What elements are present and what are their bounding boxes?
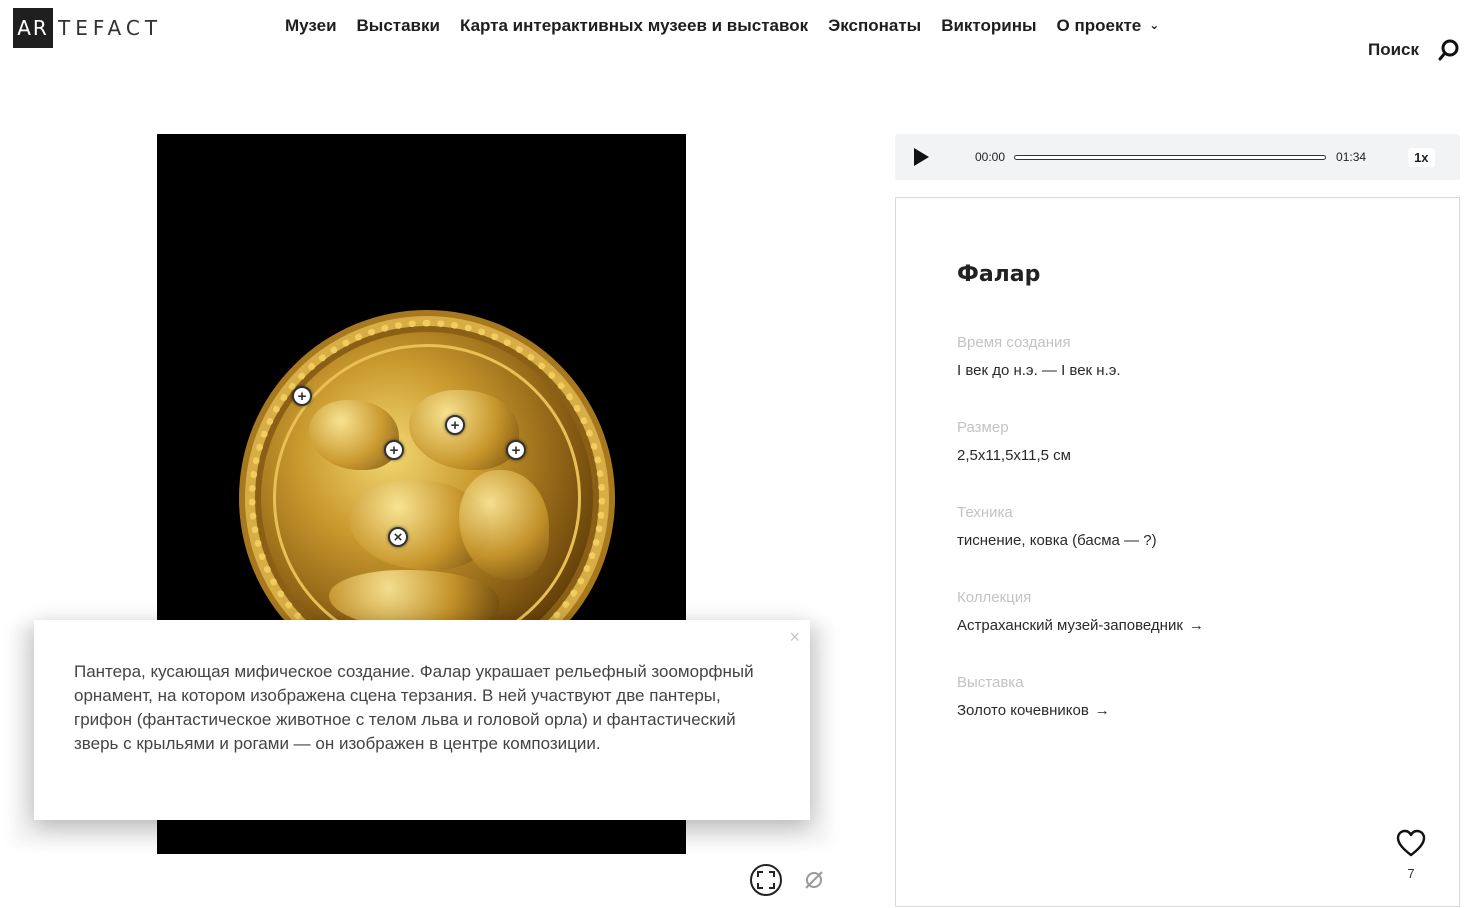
search-button[interactable]: Поиск (1368, 38, 1461, 62)
field-size: Размер 2,5x11,5x11,5 см (957, 419, 1071, 464)
nav-item-about-label: О проекте (1056, 16, 1142, 35)
field-label: Размер (957, 419, 1009, 436)
search-icon (1438, 39, 1459, 61)
field-collection: Коллекция Астраханский музей-заповедник → (957, 589, 1204, 634)
hotspot-marker[interactable]: + (384, 440, 404, 460)
arrow-right-icon: → (1094, 702, 1110, 719)
nav-item-museums[interactable]: Музеи (285, 16, 337, 36)
field-creation-time: Время создания I век до н.э. — I век н.э… (957, 334, 1121, 379)
hotspot-marker[interactable]: + (445, 415, 465, 435)
hotspot-marker[interactable]: + (292, 386, 312, 406)
collection-link-text: Астраханский музей-заповедник (957, 617, 1183, 634)
popup-close-button[interactable]: × (789, 627, 800, 648)
nav-item-quizzes[interactable]: Викторины (941, 16, 1036, 36)
audio-player: 00:00 01:34 1x (895, 134, 1460, 180)
logo-text: TEFACT (58, 16, 163, 40)
field-label: Техника (957, 504, 1013, 521)
nav-item-map[interactable]: Карта интерактивных музеев и выставок (460, 16, 808, 36)
field-technique: Техника тиснение, ковка (басма — ?) (957, 504, 1157, 549)
hotspot-description-popup: × Пантера, кусающая мифическое создание.… (34, 620, 810, 820)
field-exhibition: Выставка Золото кочевников → (957, 674, 1110, 719)
logo-mark: AR (13, 8, 53, 48)
arrow-right-icon: → (1188, 617, 1204, 634)
main-nav: Музеи Выставки Карта интерактивных музее… (285, 16, 1159, 36)
field-value: тиснение, ковка (басма — ?) (957, 532, 1157, 549)
like-count: 7 (1407, 866, 1415, 881)
field-label: Коллекция (957, 589, 1032, 606)
play-icon[interactable] (914, 148, 929, 166)
field-value: I век до н.э. — I век н.э. (957, 362, 1121, 379)
audio-duration: 01:34 (1336, 150, 1367, 164)
exhibition-link-text: Золото кочевников (957, 702, 1089, 719)
field-label: Выставка (957, 674, 1024, 691)
collection-link[interactable]: Астраханский музей-заповедник → (957, 617, 1204, 634)
artifact-info-card: Фалар Время создания I век до н.э. — I в… (895, 197, 1460, 907)
hotspot-marker-active[interactable]: × (388, 527, 408, 547)
hide-hotspots-icon[interactable] (803, 869, 825, 891)
fullscreen-button[interactable] (750, 864, 782, 896)
exhibition-link[interactable]: Золото кочевников → (957, 702, 1110, 719)
heart-icon (1396, 829, 1426, 857)
hotspot-marker[interactable]: + (506, 440, 526, 460)
field-value: 2,5x11,5x11,5 см (957, 447, 1071, 464)
nav-item-about[interactable]: О проекте ⌄ (1057, 16, 1160, 36)
popup-description-text: Пантера, кусающая мифическое создание. Ф… (74, 662, 754, 753)
artifact-title: Фалар (957, 262, 1041, 287)
logo[interactable]: AR TEFACT (13, 8, 162, 48)
chevron-down-icon: ⌄ (1149, 18, 1160, 32)
field-label: Время создания (957, 334, 1071, 351)
search-label: Поиск (1367, 40, 1419, 59)
nav-item-exhibits[interactable]: Экспонаты (828, 16, 921, 36)
audio-progress-bar[interactable] (1014, 154, 1327, 160)
like-button[interactable]: 7 (1396, 829, 1426, 881)
fullscreen-icon (757, 871, 775, 889)
nav-item-exhibitions[interactable]: Выставки (357, 16, 440, 36)
audio-current-time: 00:00 (975, 150, 1006, 164)
playback-speed-button[interactable]: 1x (1408, 147, 1435, 167)
